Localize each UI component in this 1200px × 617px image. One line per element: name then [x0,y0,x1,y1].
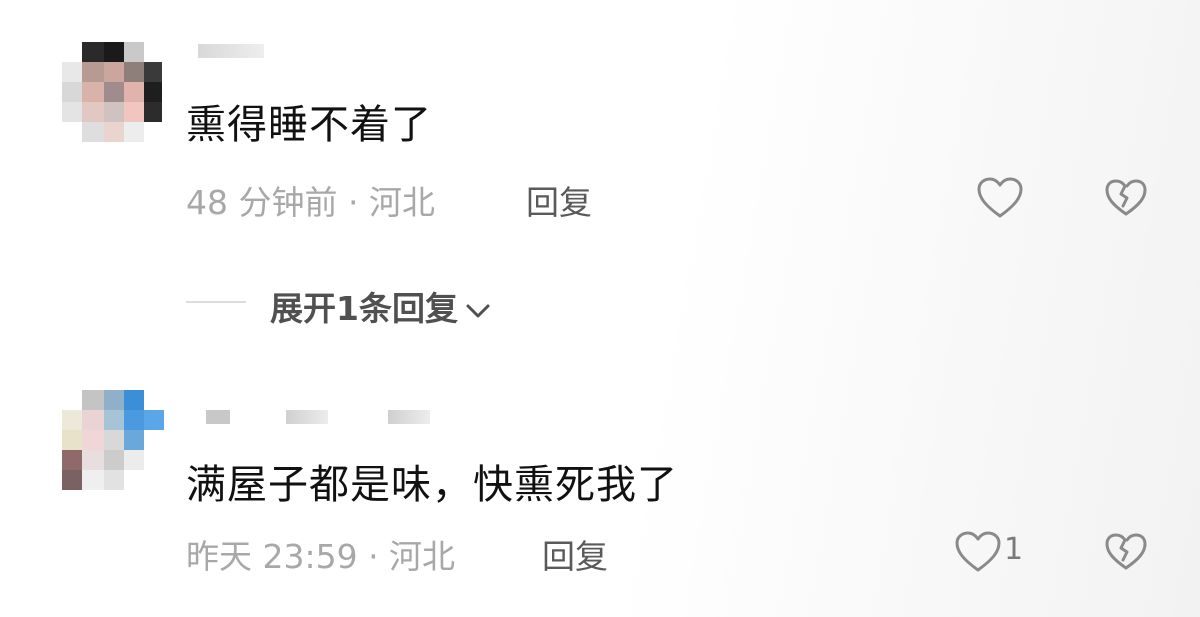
comment-text: 满屋子都是味，快熏死我了 [186,462,678,508]
broken-heart-icon[interactable] [1104,532,1148,572]
reply-button[interactable]: 回复 [542,530,608,578]
expand-divider [186,301,246,303]
heart-outline-icon[interactable] [976,176,1024,220]
username-blurred[interactable] [388,410,430,424]
avatar[interactable] [58,38,168,148]
like-count: 1 [1004,532,1024,567]
comment-meta: 昨天 23:59 · 河北 [186,537,456,576]
broken-heart-icon[interactable] [1104,178,1148,218]
username-blurred[interactable] [198,44,264,58]
comment-meta: 48 分钟前 · 河北 [186,183,435,222]
username-blurred[interactable] [286,410,328,424]
reply-button[interactable]: 回复 [526,176,592,224]
expand-replies-button[interactable]: 展开1条回复 [270,282,492,330]
comment-list: 熏得睡不着了 48 分钟前 · 河北 回复 展开1条回复 满屋子都是味，快熏死我… [0,0,1200,617]
comment-text: 熏得睡不着了 [186,102,432,148]
username-blurred[interactable] [206,410,230,424]
chevron-down-icon [458,289,492,328]
avatar[interactable] [58,390,168,500]
expand-replies-label: 展开1条回复 [270,289,458,328]
heart-outline-icon[interactable] [954,530,1002,574]
